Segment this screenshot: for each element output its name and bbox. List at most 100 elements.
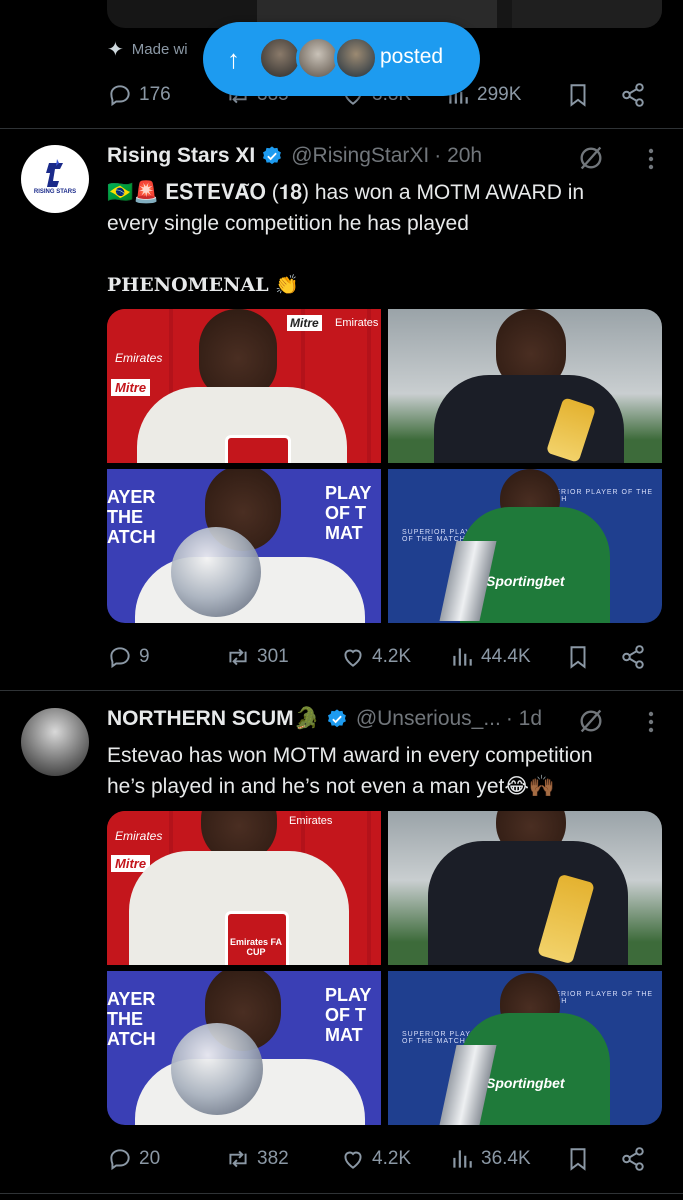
trophy xyxy=(171,527,261,617)
tweet-text: 🇧🇷🚨 𝐄𝐒𝐓𝐄𝐕𝐀̃𝐎 (𝟏𝟖) has won a MOTM AWARD i… xyxy=(107,177,584,301)
bookmark-button[interactable] xyxy=(565,1143,591,1175)
user-handle[interactable]: @Unserious_... xyxy=(356,707,501,731)
reply-icon xyxy=(110,85,130,107)
photo-dark-kit[interactable] xyxy=(388,309,662,463)
share-icon xyxy=(622,1147,644,1171)
timestamp[interactable]: · 20h xyxy=(434,144,482,168)
bookmark-button[interactable] xyxy=(565,79,591,111)
tweet-actions: 9 301 4.2K 44.4K xyxy=(107,641,647,673)
avatar[interactable]: RISING STARS xyxy=(21,145,89,213)
verified-badge-icon xyxy=(327,709,346,728)
bookmark-button[interactable] xyxy=(565,641,591,673)
reply-icon xyxy=(110,647,130,669)
grok-icon[interactable] xyxy=(577,707,605,735)
new-posts-pill[interactable]: ↑ posted xyxy=(203,22,480,96)
board-text: AYER THE ATCH xyxy=(107,487,156,547)
views-count: 44.4K xyxy=(481,646,531,667)
verified-badge-icon xyxy=(263,146,282,165)
sparkle-icon: ✦ xyxy=(107,39,124,61)
tweet-media-grid[interactable]: Emirates Mitre Mitre Emirates AYER THE A… xyxy=(107,309,662,623)
views-button[interactable]: 36.4K xyxy=(449,1143,531,1175)
sponsor-label: Emirates xyxy=(335,317,379,329)
photo-fa-cup[interactable]: Emirates Mitre Mitre Emirates xyxy=(107,309,381,463)
avatar xyxy=(334,36,378,80)
bookmark-icon xyxy=(570,646,586,669)
bookmark-icon xyxy=(570,1148,586,1171)
board-text: PLAY OF T MAT xyxy=(325,483,372,543)
reply-button[interactable]: 9 xyxy=(107,641,150,673)
share-button[interactable] xyxy=(620,1143,646,1175)
user-handle[interactable]: @RisingStarXI xyxy=(291,144,429,168)
avatar[interactable] xyxy=(21,708,89,776)
tweet-text: Estevao has won MOTM award in every comp… xyxy=(107,740,593,802)
photo-palmeiras[interactable]: SUPERIOR PLAYER OF THE MATCH SUPERIOR PL… xyxy=(388,971,662,1125)
timestamp[interactable]: · 1d xyxy=(506,707,542,731)
trophy xyxy=(171,1023,263,1115)
reply-button[interactable]: 176 xyxy=(107,79,171,111)
more-icon[interactable] xyxy=(643,709,659,735)
grok-icon[interactable] xyxy=(577,144,605,172)
repost-count: 301 xyxy=(257,646,289,667)
tweet-actions: 20 382 4.2K 36.4K xyxy=(107,1143,647,1175)
divider xyxy=(0,1193,683,1194)
bookmark-icon xyxy=(570,84,586,107)
trophy xyxy=(225,435,291,463)
tweet-text-line: Estevao has won MOTM award in every comp… xyxy=(107,744,593,767)
sponsor-label: Emirates xyxy=(115,351,163,365)
reply-icon xyxy=(110,1149,130,1171)
board-text: PLAY OF T MAT xyxy=(325,985,372,1045)
share-button[interactable] xyxy=(620,641,646,673)
tweet-header: Rising Stars XI @RisingStarXI · 20h xyxy=(107,144,482,168)
repost-icon xyxy=(229,1150,247,1168)
sponsor-label: Mitre xyxy=(111,379,151,396)
repost-button[interactable]: 382 xyxy=(225,1143,289,1175)
tweet-header: NORTHERN SCUM🐊 @Unserious_... · 1d xyxy=(107,707,542,731)
reply-count: 176 xyxy=(139,84,171,105)
views-icon xyxy=(453,648,472,666)
tweet-media-grid[interactable]: Emirates Mitre Emirates Emirates FA CUP … xyxy=(107,811,662,1125)
tweet-text-line: he’s played in and he’s not even a man y… xyxy=(107,775,556,798)
like-button[interactable]: 4.2K xyxy=(340,1143,411,1175)
trophy-label: Emirates FA CUP xyxy=(229,937,283,957)
like-button[interactable]: 4.2K xyxy=(340,641,411,673)
photo-dark-kit[interactable] xyxy=(388,811,662,965)
sponsor-label: Sportingbet xyxy=(486,1075,565,1091)
sponsor-label: Emirates xyxy=(115,829,163,843)
repost-button[interactable]: 301 xyxy=(225,641,289,673)
more-icon[interactable] xyxy=(643,146,659,172)
arrow-up-icon: ↑ xyxy=(227,44,240,74)
reply-count: 9 xyxy=(139,646,150,667)
repost-icon xyxy=(229,648,247,666)
divider xyxy=(0,128,683,129)
share-icon xyxy=(622,645,644,669)
avatar-text: RISING STARS xyxy=(33,189,77,195)
photo-player-of-the-match[interactable]: AYER THE ATCH PLAY OF T MAT xyxy=(107,469,381,623)
photo-palmeiras[interactable]: SUPERIOR PLAYER OF THE MATCH SUPERIOR PL… xyxy=(388,469,662,623)
player-shirt xyxy=(428,841,628,965)
photo-fa-cup[interactable]: Emirates Mitre Emirates Emirates FA CUP xyxy=(107,811,381,965)
repost-count: 382 xyxy=(257,1148,289,1169)
tweet-text-line: every single competition he has played xyxy=(107,212,469,235)
sponsor-label: Mitre xyxy=(287,315,322,331)
made-with-label: Made wi xyxy=(131,41,188,58)
display-name[interactable]: NORTHERN SCUM🐊 xyxy=(107,707,320,731)
made-with-row: ✦ Made wi xyxy=(107,37,188,62)
views-button[interactable]: 44.4K xyxy=(449,641,531,673)
display-name[interactable]: Rising Stars XI xyxy=(107,144,255,168)
new-posts-label: posted xyxy=(380,45,444,68)
photo-player-of-the-match[interactable]: AYER THE ATCH PLAY OF T MAT xyxy=(107,971,381,1125)
player-shirt xyxy=(434,375,624,463)
reply-count: 20 xyxy=(139,1148,161,1169)
tweet-text-line: 𝐏𝐇𝐄𝐍𝐎𝐌𝐄𝐍𝐀𝐋 👏 xyxy=(107,274,299,296)
tweet-text-line: 🇧🇷🚨 𝐄𝐒𝐓𝐄𝐕𝐀̃𝐎 (𝟏𝟖) has won a MOTM AWARD i… xyxy=(107,181,585,204)
rising-stars-logo-icon xyxy=(46,159,63,187)
like-count: 4.2K xyxy=(372,1148,412,1169)
sponsor-label: Sportingbet xyxy=(486,573,565,589)
views-count: 299K xyxy=(477,84,522,105)
reply-button[interactable]: 20 xyxy=(107,1143,160,1175)
board-text: AYER THE ATCH xyxy=(107,989,156,1049)
views-icon xyxy=(453,1150,472,1168)
divider xyxy=(0,690,683,691)
share-button[interactable] xyxy=(620,79,646,111)
heart-icon xyxy=(344,1151,362,1169)
